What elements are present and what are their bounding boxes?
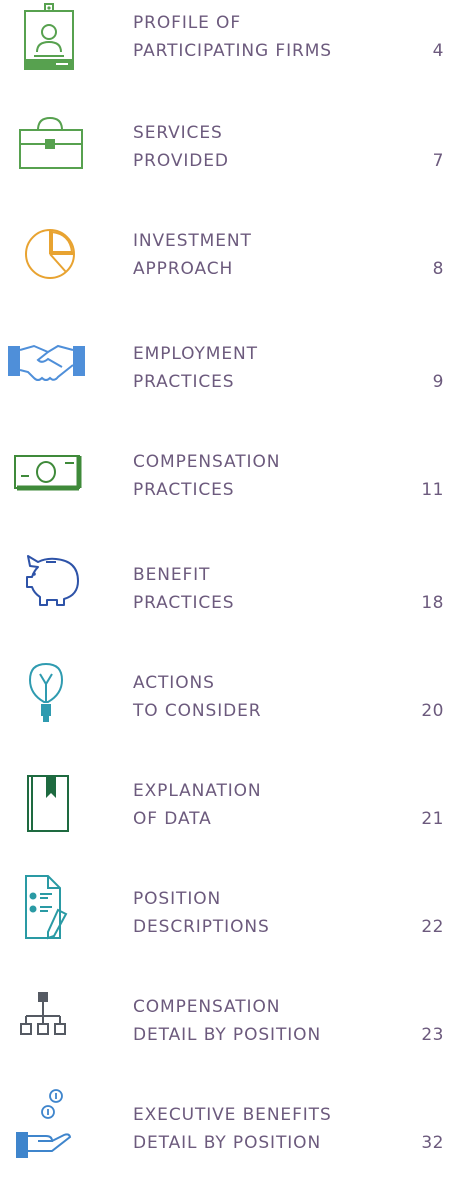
toc-entry-explanation[interactable]: EXPLANATION OF DATA 21: [0, 756, 460, 856]
id-badge-icon: [8, 2, 88, 72]
entry-title-line1: COMPENSATION: [133, 452, 281, 472]
checklist-icon: [8, 875, 88, 946]
toc-entry-services[interactable]: SERVICES PROVIDED 7: [0, 108, 460, 208]
lightbulb-icon: [8, 660, 88, 730]
toc-entry-actions[interactable]: ACTIONS TO CONSIDER 20: [0, 648, 460, 748]
entry-title-line1: PROFILE OF: [133, 13, 242, 33]
toc-entry-benefits[interactable]: BENEFIT PRACTICES 18: [0, 540, 460, 640]
toc-entry-employment[interactable]: EMPLOYMENT PRACTICES 9: [0, 324, 460, 424]
entry-title-line2: APPROACH: [133, 259, 234, 279]
page-number: 18: [421, 593, 444, 613]
entry-title-line1: BENEFIT: [133, 565, 211, 585]
page-number: 32: [421, 1133, 444, 1153]
entry-title-line2: PARTICIPATING FIRMS: [133, 41, 332, 61]
page-number: 20: [421, 701, 444, 721]
page-number: 21: [421, 809, 444, 829]
entry-title-line1: SERVICES: [133, 123, 223, 143]
briefcase-icon: [8, 108, 88, 178]
page-number: 23: [421, 1025, 444, 1045]
entry-title-line1: COMPENSATION: [133, 997, 281, 1017]
toc-entry-positions[interactable]: POSITION DESCRIPTIONS 22: [0, 864, 460, 964]
entry-title-line2: PRACTICES: [133, 593, 235, 613]
entry-title-line1: EXECUTIVE BENEFITS: [133, 1105, 332, 1125]
entry-title-line1: POSITION: [133, 889, 222, 909]
toc-entry-compensation-detail[interactable]: COMPENSATION DETAIL BY POSITION 23: [0, 972, 460, 1072]
pie-chart-icon: [8, 216, 88, 286]
toc-entry-executive-benefits[interactable]: EXECUTIVE BENEFITS DETAIL BY POSITION 32: [0, 1080, 460, 1180]
page-number: 4: [432, 41, 444, 61]
page-number: 8: [432, 259, 444, 279]
toc-entry-compensation[interactable]: COMPENSATION PRACTICES 11: [0, 432, 460, 532]
toc-entry-profile[interactable]: PROFILE OF PARTICIPATING FIRMS 4: [0, 0, 460, 100]
org-chart-icon: [8, 992, 88, 1062]
entry-title-line2: DESCRIPTIONS: [133, 917, 270, 937]
entry-title-line2: OF DATA: [133, 809, 212, 829]
entry-title-line2: DETAIL BY POSITION: [133, 1133, 322, 1153]
banknote-icon: [8, 432, 88, 502]
entry-title-line1: EMPLOYMENT: [133, 344, 258, 364]
entry-title-line2: DETAIL BY POSITION: [133, 1025, 322, 1045]
entry-title-line1: EXPLANATION: [133, 781, 262, 801]
hand-coins-icon: [8, 1088, 88, 1158]
table-of-contents: PROFILE OF PARTICIPATING FIRMS 4 SERVICE…: [0, 0, 460, 1159]
book-icon: [8, 775, 88, 846]
entry-title-line2: PROVIDED: [133, 151, 229, 171]
entry-title-line2: PRACTICES: [133, 372, 235, 392]
toc-entry-investment[interactable]: INVESTMENT APPROACH 8: [0, 216, 460, 316]
piggy-bank-icon: [8, 540, 88, 610]
page-number: 22: [421, 917, 444, 937]
page-number: 9: [432, 372, 444, 392]
entry-title-line2: PRACTICES: [133, 480, 235, 500]
entry-title-line1: ACTIONS: [133, 673, 215, 693]
entry-title-line2: TO CONSIDER: [133, 701, 262, 721]
page-number: 7: [432, 151, 444, 171]
entry-title-line1: INVESTMENT: [133, 231, 252, 251]
page-number: 11: [421, 480, 444, 500]
handshake-icon: [8, 324, 88, 394]
